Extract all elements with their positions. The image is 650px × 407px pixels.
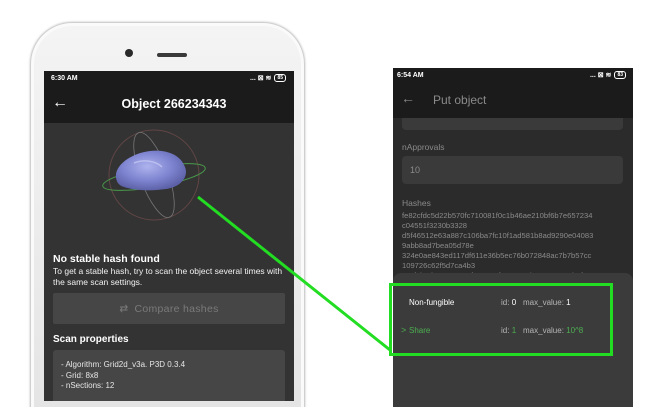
hash-line: fe82cfdc5d22b570fc710081f0c1b46ae210bf6b… (402, 211, 593, 220)
compare-hashes-button[interactable]: ⇄ Compare hashes (53, 293, 285, 324)
highlight-box (389, 283, 613, 356)
scan-property-nsections: - nSections: 12 (61, 381, 115, 390)
right-phone-screen: 6:54 AM ... ⊠ ≋ 83 ← Put object nApprova… (393, 68, 633, 407)
hash-line: 324e0ae843ed117df611e36b5ec76b072848ac7b… (402, 251, 592, 260)
scan-property-algorithm: - Algorithm: Grid2d_v3a. P3D 0.3.4 (61, 360, 186, 369)
hash-line: 109726c62f5d7ca4b3 (402, 261, 476, 270)
compare-hashes-label: Compare hashes (134, 302, 219, 315)
battery-icon-right: 83 (614, 71, 626, 79)
app-bar: ← Object 266234343 (44, 85, 294, 123)
hash-heading: No stable hash found (53, 253, 160, 265)
status-icons: ... ⊠ ≋ 85 (250, 74, 286, 82)
hash-line: 9abb8ad7bea05d78e (402, 241, 474, 250)
notification-icons: ... ⊠ ≋ (249, 75, 272, 82)
approvals-label: nApprovals (402, 142, 445, 152)
compare-arrows-icon: ⇄ (119, 302, 129, 315)
object-3d-render (102, 129, 206, 221)
earpiece-speaker (157, 53, 187, 57)
scan-properties-box: - Algorithm: Grid2d_v3a. P3D 0.3.4 - Gri… (53, 350, 285, 401)
status-bar-right: 6:54 AM ... ⊠ ≋ 83 (393, 68, 633, 82)
page-title-right: Put object (433, 93, 487, 107)
front-camera (125, 49, 133, 57)
battery-icon: 85 (274, 74, 286, 82)
status-icons-right: ... ⊠ ≋ 83 (590, 71, 626, 79)
hash-description: To get a stable hash, try to scan the ob… (53, 266, 283, 287)
approvals-input[interactable]: 10 (402, 156, 623, 184)
scan-properties-heading: Scan properties (53, 334, 129, 345)
hashes-label: Hashes (402, 198, 431, 208)
scanned-object-blob (115, 150, 186, 191)
notification-icons-right: ... ⊠ ≋ (589, 72, 612, 79)
page-title: Object 266234343 (121, 97, 227, 111)
field-partial-top[interactable] (402, 118, 623, 130)
status-time-right: 6:54 AM (397, 71, 424, 79)
hash-line: d5f46512e63a887c106ba7fc10f1ad581b8ad929… (402, 231, 594, 240)
hashes-list: fe82cfdc5d22b570fc710081f0c1b46ae210bf6b… (393, 208, 633, 281)
status-bar: 6:30 AM ... ⊠ ≋ 85 (44, 71, 294, 85)
back-arrow-icon[interactable]: ← (52, 94, 68, 112)
left-phone-frame: 6:30 AM ... ⊠ ≋ 85 ← Object 266234343 No… (30, 22, 305, 407)
scan-property-grid: - Grid: 8x8 (61, 370, 99, 380)
status-time: 6:30 AM (51, 74, 78, 82)
object-3d-viewer[interactable] (44, 123, 294, 243)
left-phone-screen: 6:30 AM ... ⊠ ≋ 85 ← Object 266234343 No… (44, 71, 294, 401)
app-bar-right: ← Put object (393, 82, 633, 118)
hash-line: c04551f3230b3328 (402, 221, 468, 230)
back-arrow-icon-right[interactable]: ← (401, 90, 415, 106)
